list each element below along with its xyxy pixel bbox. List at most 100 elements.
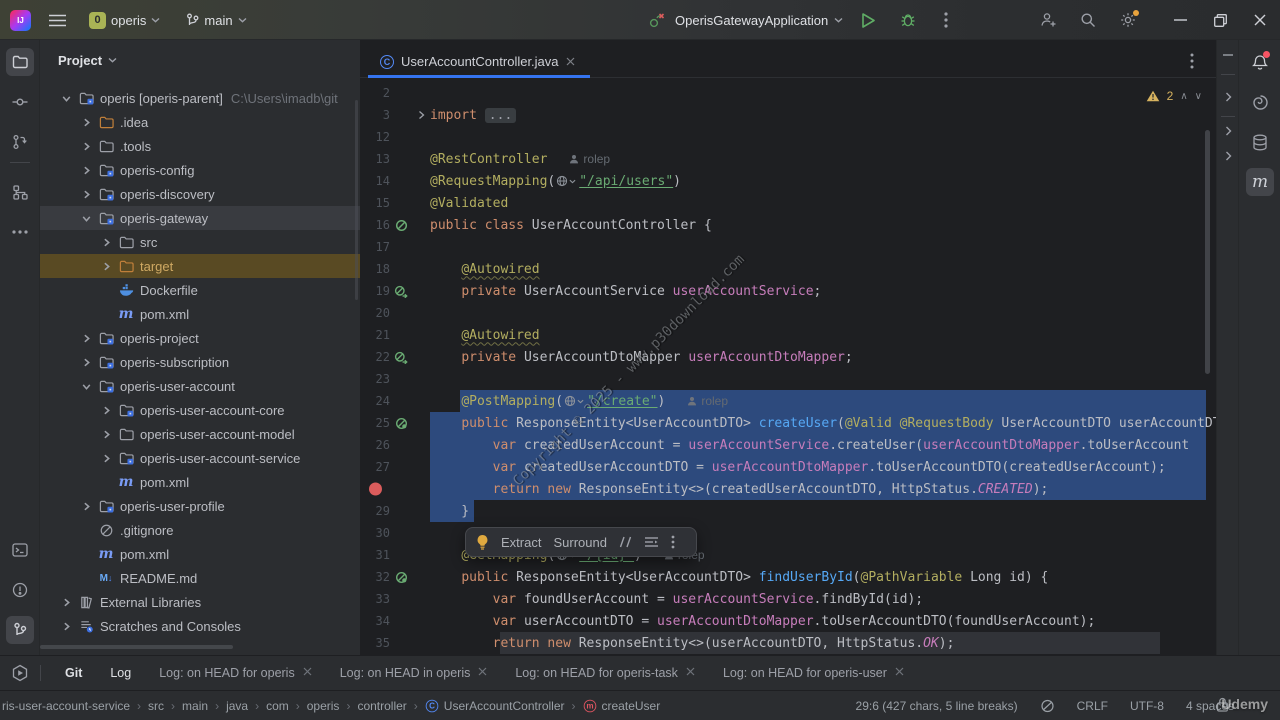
breadcrumb-item-com[interactable]: com: [266, 699, 289, 713]
inspections-widget[interactable]: 2 ∧ ∨: [1146, 86, 1202, 106]
chevron-down-icon[interactable]: [108, 57, 117, 63]
tree-item-operis-user-account-service[interactable]: operis-user-account-service: [40, 446, 360, 470]
commit-tool-button[interactable]: [6, 88, 34, 116]
line-number[interactable]: 3: [360, 108, 390, 122]
database-button[interactable]: [1246, 128, 1274, 156]
tree-item-operis-operis-parent-[interactable]: operis [operis-parent]C:\Users\imadb\git: [40, 86, 360, 110]
mapping-gutter-icon[interactable]: [390, 417, 412, 430]
close-tab-icon[interactable]: [566, 57, 575, 66]
line-number[interactable]: 33: [360, 592, 390, 606]
tree-chevron-icon[interactable]: [76, 357, 96, 368]
tree-item-src[interactable]: src: [40, 230, 360, 254]
project-horizontal-scrollbar[interactable]: [40, 645, 233, 649]
url-inlay-icon[interactable]: [564, 395, 584, 407]
popup-more-icon[interactable]: [671, 535, 675, 549]
code-line-29[interactable]: 29 }: [360, 500, 1216, 522]
line-number[interactable]: 21: [360, 328, 390, 342]
expand-icon[interactable]: [1217, 151, 1239, 161]
reformat-icon[interactable]: [644, 536, 659, 548]
tree-item-readme.md[interactable]: M↓README.md: [40, 566, 360, 590]
ai-assistant-button[interactable]: [1246, 88, 1274, 116]
bean-gutter-icon[interactable]: [390, 219, 412, 232]
code-line-34[interactable]: 34 var userAccountDTO = userAccountDtoMa…: [360, 610, 1216, 632]
fold-arrow-icon[interactable]: [412, 110, 430, 120]
code-line-14[interactable]: 14@RequestMapping("/api/users"): [360, 170, 1216, 192]
line-number[interactable]: 19: [360, 284, 390, 298]
more-actions-button[interactable]: [933, 0, 959, 40]
tree-chevron-icon[interactable]: [96, 261, 116, 272]
tree-item-pom.xml[interactable]: mpom.xml: [40, 302, 360, 326]
pull-requests-tool-button[interactable]: [6, 128, 34, 156]
tree-chevron-icon[interactable]: [76, 333, 96, 344]
code-line-20[interactable]: 20: [360, 302, 1216, 324]
tree-item-operis-discovery[interactable]: operis-discovery: [40, 182, 360, 206]
tree-item-operis-user-account[interactable]: operis-user-account: [40, 374, 360, 398]
settings-button[interactable]: [1108, 0, 1148, 40]
tree-item-scratches-and-consoles[interactable]: Scratches and Consoles: [40, 614, 360, 638]
code-line-23[interactable]: 23: [360, 368, 1216, 390]
line-number[interactable]: 31: [360, 548, 390, 562]
tree-item-operis-subscription[interactable]: operis-subscription: [40, 350, 360, 374]
tree-item-pom.xml[interactable]: mpom.xml: [40, 542, 360, 566]
tree-chevron-icon[interactable]: [96, 453, 116, 464]
close-tab-icon[interactable]: [478, 667, 487, 679]
line-number[interactable]: 30: [360, 526, 390, 540]
tree-chevron-icon[interactable]: [76, 213, 96, 224]
tree-item-operis-user-account-core[interactable]: operis-user-account-core: [40, 398, 360, 422]
editor-scrollbar[interactable]: [1205, 130, 1210, 374]
close-tab-icon[interactable]: [303, 667, 312, 679]
expand-icon[interactable]: [1217, 92, 1239, 102]
breadcrumb-item-operis[interactable]: operis: [307, 699, 340, 713]
tree-chevron-icon[interactable]: [56, 597, 76, 608]
breadcrumb-item-createuser[interactable]: mcreateUser: [583, 699, 661, 713]
code-line-22[interactable]: 22 private UserAccountDtoMapper userAcco…: [360, 346, 1216, 368]
restore-button[interactable]: [1200, 0, 1240, 40]
tree-item-.gitignore[interactable]: .gitignore: [40, 518, 360, 542]
notifications-button[interactable]: [1246, 48, 1274, 76]
breadcrumb-item-controller[interactable]: controller: [357, 699, 406, 713]
tree-item-dockerfile[interactable]: Dockerfile: [40, 278, 360, 302]
code-line-18[interactable]: 18 @Autowired: [360, 258, 1216, 280]
popup-surround-button[interactable]: Surround: [553, 535, 606, 550]
beanarrow-gutter-icon[interactable]: [390, 351, 412, 364]
close-tab-icon[interactable]: [686, 667, 695, 679]
code-line-3[interactable]: 3import ...: [360, 104, 1216, 126]
project-tool-button[interactable]: [6, 48, 34, 76]
tree-chevron-icon[interactable]: [76, 141, 96, 152]
breadcrumb-item-main[interactable]: main: [182, 699, 208, 713]
run-button[interactable]: [853, 0, 883, 40]
highlighting-level-icon[interactable]: [1040, 699, 1055, 713]
encoding[interactable]: UTF-8: [1130, 699, 1164, 713]
code-line-35[interactable]: 35 return new ResponseEntity<>(userAccou…: [360, 632, 1216, 654]
line-number[interactable]: 14: [360, 174, 390, 188]
author-hint[interactable]: rolep: [687, 394, 728, 408]
code-line-12[interactable]: 12: [360, 126, 1216, 148]
editor-options-button[interactable]: [1190, 53, 1194, 69]
code-line-26[interactable]: 26 var createdUserAccount = userAccountS…: [360, 434, 1216, 456]
run-configuration-selector[interactable]: OperisGatewayApplication: [675, 13, 843, 28]
tree-chevron-icon[interactable]: [76, 165, 96, 176]
search-everywhere-button[interactable]: [1068, 0, 1108, 40]
code-line-32[interactable]: 32 public ResponseEntity<UserAccountDTO>…: [360, 566, 1216, 588]
more-tool-windows-button[interactable]: [6, 218, 34, 246]
breadcrumb-item-ris-user-account-service[interactable]: ris-user-account-service: [2, 699, 130, 713]
line-number[interactable]: 18: [360, 262, 390, 276]
code-line-24[interactable]: 24 @PostMapping("/create")rolep: [360, 390, 1216, 412]
editor-tab[interactable]: C UserAccountController.java: [368, 45, 587, 78]
author-hint[interactable]: rolep: [569, 152, 610, 166]
tree-chevron-icon[interactable]: [76, 117, 96, 128]
line-number[interactable]: 34: [360, 614, 390, 628]
tree-chevron-icon[interactable]: [56, 621, 76, 632]
beanarrow-gutter-icon[interactable]: [390, 285, 412, 298]
line-ending[interactable]: CRLF: [1077, 699, 1108, 713]
line-number[interactable]: 16: [360, 218, 390, 232]
tree-item-pom.xml[interactable]: mpom.xml: [40, 470, 360, 494]
line-number[interactable]: 20: [360, 306, 390, 320]
tree-item-operis-config[interactable]: operis-config: [40, 158, 360, 182]
code-line-25[interactable]: 25 public ResponseEntity<UserAccountDTO>…: [360, 412, 1216, 434]
tree-item-operis-user-account-model[interactable]: operis-user-account-model: [40, 422, 360, 446]
tool-tab-log[interactable]: Log: [96, 656, 145, 691]
maven-button[interactable]: m: [1246, 168, 1274, 196]
tree-item-operis-gateway[interactable]: operis-gateway: [40, 206, 360, 230]
code-line-16[interactable]: 16public class UserAccountController {: [360, 214, 1216, 236]
